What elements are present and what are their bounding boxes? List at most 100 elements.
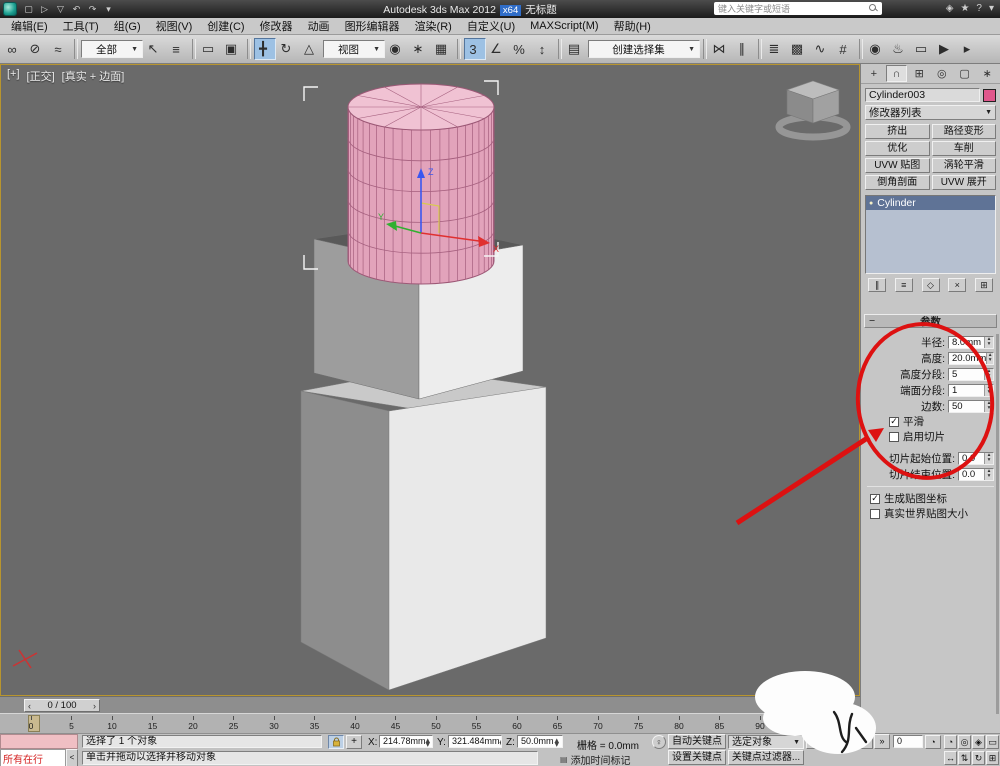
menu-item[interactable]: 修改器 [253,18,300,34]
track-bar[interactable]: 0510152025303540455055606570758085909510… [0,713,860,733]
utilities-tab[interactable]: ∗ [976,65,998,82]
align-icon[interactable]: ∥ [733,38,755,60]
time-slider-handle[interactable]: ‹ 0 / 100 › [24,699,100,712]
modifier-list-dropdown[interactable]: 修改器列表 ▼ [865,105,996,120]
time-slider[interactable]: ‹ 0 / 100 › [0,696,860,713]
configure-modifier-sets-icon[interactable]: ⊞ [975,278,993,292]
enable-slice-checkbox[interactable] [889,432,899,442]
menu-item[interactable]: 图形编辑器 [338,18,407,34]
modifier-preset-button[interactable]: 车削 [932,141,997,156]
height-spinner[interactable]: 20.0mm ▴▾ [948,352,994,365]
current-frame-field[interactable]: 0 [893,735,923,748]
generate-mapping-coords-checkbox[interactable]: ✓ [870,494,880,504]
zoom-icon[interactable]: ◔ [944,735,957,749]
hierarchy-tab[interactable]: ⊞ [908,65,930,82]
select-and-link-icon[interactable]: ∞ [3,38,25,60]
viewport-menu-general[interactable]: [+] [7,68,20,84]
stack-item-cylinder[interactable]: ● Cylinder [866,196,995,210]
select-and-move-icon[interactable]: ╋ [254,38,276,60]
menu-item[interactable]: 创建(C) [200,18,251,34]
lock-selection-toggle[interactable] [328,735,344,749]
menu-item[interactable]: 动画 [301,18,337,34]
menu-item[interactable]: 组(G) [107,18,148,34]
modifier-preset-button[interactable]: 倒角剖面 [865,175,930,190]
selection-filter-dropdown[interactable]: 全部▼ [81,40,143,58]
edit-named-selection-sets-icon[interactable]: ▤ [565,38,587,60]
listener-scroll-button[interactable]: < [66,749,78,766]
spinner-snap-toggle-icon[interactable]: ↕ [533,38,555,60]
window-crossing-toggle-icon[interactable]: ▣ [222,38,244,60]
selected-filter-dropdown[interactable]: 选定对象▼ [728,735,804,749]
maxscript-listener-pane[interactable]: 所有在行 [0,749,66,766]
mirror-icon[interactable]: ⋈ [710,38,732,60]
play-icon[interactable]: ▶ [840,734,856,749]
layer-manager-icon[interactable]: ≣ [765,38,787,60]
object-name-field[interactable]: Cylinder003 [865,88,980,102]
radius-spinner[interactable]: 8.0mm ▴▾ [948,336,994,349]
previous-frame-icon[interactable]: ‹ [823,734,839,749]
modifier-preset-button[interactable]: UVW 贴图 [865,158,930,173]
use-pivot-point-center-icon[interactable]: ◉ [386,38,408,60]
reference-coordinate-system-dropdown[interactable]: 视图▼ [323,40,385,58]
material-editor-icon[interactable]: ◉ [866,38,888,60]
bind-to-space-warp-icon[interactable]: ≈ [49,38,71,60]
rendered-frame-window-icon[interactable]: ▭ [912,38,934,60]
select-by-name-icon[interactable]: ≡ [167,38,189,60]
angle-snap-toggle-icon[interactable]: ∠ [487,38,509,60]
display-tab[interactable]: ▢ [954,65,976,82]
show-end-result-icon[interactable]: ≡ [895,278,913,292]
cap-segments-spinner[interactable]: 1 ▴▾ [948,384,994,397]
spinner-arrows-icon[interactable]: ▴▾ [984,453,993,464]
x-coordinate-field[interactable]: 214.78mm ▴▾ [379,735,433,748]
smooth-checkbox[interactable]: ✓ [889,417,899,427]
favorites-icon[interactable]: ★ [960,2,969,15]
spinner-arrows-icon[interactable]: ▴▾ [984,369,993,380]
object-color-swatch[interactable] [983,89,996,102]
zoom-extents-icon[interactable]: ◈ [972,735,985,749]
menu-item[interactable]: MAXScript(M) [523,20,605,32]
snap-toggle-3d-icon[interactable]: 3 [464,38,486,60]
named-selection-sets-dropdown[interactable]: 创建选择集▼ [588,40,700,58]
infocenter-search[interactable]: 键入关键字或短语 [714,2,882,15]
zoom-all-icon[interactable]: ◎ [958,735,971,749]
modifier-preset-button[interactable]: 涡轮平滑 [932,158,997,173]
viewport-menu-shading[interactable]: [真实 + 边面] [62,68,125,84]
zoom-region-icon[interactable]: ▭ [986,735,999,749]
auto-key-button[interactable]: 自动关键点 [668,734,726,749]
column-box-object[interactable] [301,369,546,690]
time-configuration-button[interactable]: ◔ [925,735,941,749]
select-object-icon[interactable]: ↖ [144,38,166,60]
viewport-orthographic[interactable]: Z X Y [+] [正交] [真实 + 边面] [0,64,860,696]
spinner-arrows-icon[interactable]: ▴▾ [984,337,993,348]
undo-icon[interactable]: ↶ [70,3,83,16]
real-world-map-size-checkbox[interactable] [870,509,880,519]
schematic-view-icon[interactable]: # [834,38,856,60]
create-tab[interactable]: + [863,65,885,82]
set-key-icon-button[interactable]: ♀ [652,735,666,749]
spinner-arrows-icon[interactable]: ▴▾ [986,353,993,364]
slice-to-spinner[interactable]: 0.0 ▴▾ [958,468,994,481]
modifier-preset-button[interactable]: 挤出 [865,124,930,139]
modifier-preset-button[interactable]: UVW 展开 [932,175,997,190]
modify-tab[interactable]: ∩ [886,65,908,82]
make-unique-icon[interactable]: ◇ [922,278,940,292]
open-file-icon[interactable]: ▷ [38,3,51,16]
spinner-arrows-icon[interactable]: ▴▾ [984,469,993,480]
menu-item[interactable]: 渲染(R) [408,18,459,34]
select-and-scale-icon[interactable]: △ [300,38,322,60]
previous-frame-arrow-icon[interactable]: ‹ [28,701,31,711]
height-segments-spinner[interactable]: 5 ▴▾ [948,368,994,381]
communication-center-icon[interactable]: ◈ [946,2,954,15]
select-and-rotate-icon[interactable]: ↻ [277,38,299,60]
remove-modifier-icon[interactable]: × [948,278,966,292]
slice-from-spinner[interactable]: 0.0 ▴▾ [958,452,994,465]
orbit-icon[interactable]: ↻ [972,751,985,765]
key-filters-button[interactable]: 关键点过滤器... [728,750,804,765]
unlink-selection-icon[interactable]: ⊘ [26,38,48,60]
render-production-icon[interactable]: ▶ [935,38,957,60]
render-setup-icon[interactable]: ♨ [889,38,911,60]
maximize-viewport-toggle-icon[interactable]: ⊞ [986,751,999,765]
go-to-end-icon[interactable]: » [874,734,890,749]
go-to-start-icon[interactable]: « [806,734,822,749]
walk-through-icon[interactable]: ⇅ [958,751,971,765]
